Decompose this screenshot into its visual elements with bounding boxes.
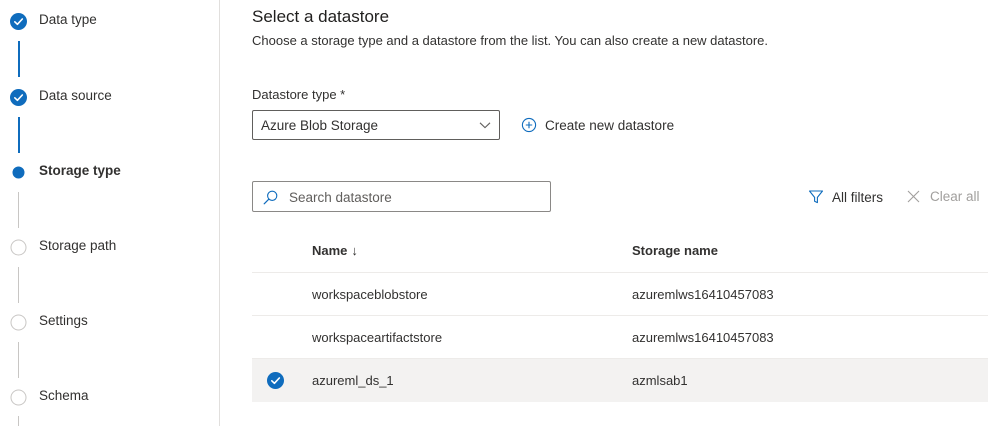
step-label: Storage path (39, 238, 117, 253)
step-label: Settings (39, 313, 88, 328)
active-step-icon (12, 166, 25, 178)
create-new-datastore-button[interactable]: Create new datastore (521, 117, 674, 133)
column-header-storage-name[interactable]: Storage name (632, 243, 718, 258)
cell-storage-name: azuremlws16410457083 (632, 287, 774, 302)
step-connector (18, 117, 20, 153)
column-header-name[interactable]: Name ↓ (312, 243, 358, 258)
empty-circle-icon (10, 314, 27, 330)
step-label: Schema (39, 388, 89, 403)
filter-icon (808, 190, 824, 204)
step-settings[interactable]: Settings (10, 312, 88, 332)
table-row[interactable]: workspaceartifactstore azuremlws16410457… (252, 316, 988, 359)
add-circle-icon (521, 117, 537, 133)
step-data-type[interactable]: Data type (10, 11, 97, 31)
search-box[interactable] (252, 181, 551, 212)
datastore-type-value: Azure Blob Storage (261, 118, 379, 133)
table-row[interactable]: workspaceblobstore azuremlws16410457083 (252, 273, 988, 316)
search-icon (263, 190, 278, 205)
search-input[interactable] (289, 187, 539, 207)
cell-name: azureml_ds_1 (312, 373, 394, 388)
datastore-type-dropdown[interactable]: Azure Blob Storage (252, 110, 500, 140)
step-storage-type[interactable]: Storage type (10, 162, 121, 182)
create-new-datastore-label: Create new datastore (545, 117, 675, 133)
cell-name: workspaceblobstore (312, 287, 428, 302)
check-circle-icon (10, 88, 27, 106)
check-circle-icon[interactable] (267, 372, 284, 389)
step-label: Data type (39, 12, 97, 27)
step-connector (18, 342, 19, 378)
cell-name: workspaceartifactstore (312, 330, 443, 345)
step-connector (18, 192, 19, 228)
cell-storage-name: azmlsab1 (632, 373, 688, 388)
empty-circle-icon (10, 389, 27, 405)
sort-descending-icon: ↓ (351, 243, 358, 258)
step-label: Data source (39, 88, 112, 103)
all-filters-button[interactable]: All filters (808, 189, 883, 205)
empty-circle-icon (10, 239, 27, 255)
datastore-type-label: Datastore type * (252, 87, 346, 102)
step-data-source[interactable]: Data source (10, 87, 112, 107)
step-schema[interactable]: Schema (10, 387, 89, 407)
chevron-down-icon (479, 122, 491, 129)
table-header: Name ↓ Storage name (252, 229, 988, 273)
table-row-selected[interactable]: azureml_ds_1 azmlsab1 (252, 359, 988, 402)
clear-all-button[interactable]: Clear all (907, 189, 980, 204)
step-connector (18, 267, 19, 303)
step-connector (18, 41, 20, 77)
step-storage-path[interactable]: Storage path (10, 237, 116, 257)
check-circle-icon (10, 12, 27, 30)
clear-all-label: Clear all (930, 189, 980, 204)
step-label: Storage type (39, 163, 121, 178)
cell-storage-name: azuremlws16410457083 (632, 330, 774, 345)
all-filters-label: All filters (832, 189, 884, 205)
datastore-panel: Select a datastore Choose a storage type… (252, 0, 997, 426)
page-subtitle: Choose a storage type and a datastore fr… (252, 33, 768, 48)
step-connector (18, 416, 19, 426)
wizard-stepper: Data type Data source Storage type Stora… (0, 0, 220, 426)
datastore-table: Name ↓ Storage name workspaceblobstore az… (252, 229, 988, 402)
page-title: Select a datastore (252, 7, 390, 26)
close-icon (907, 190, 920, 203)
